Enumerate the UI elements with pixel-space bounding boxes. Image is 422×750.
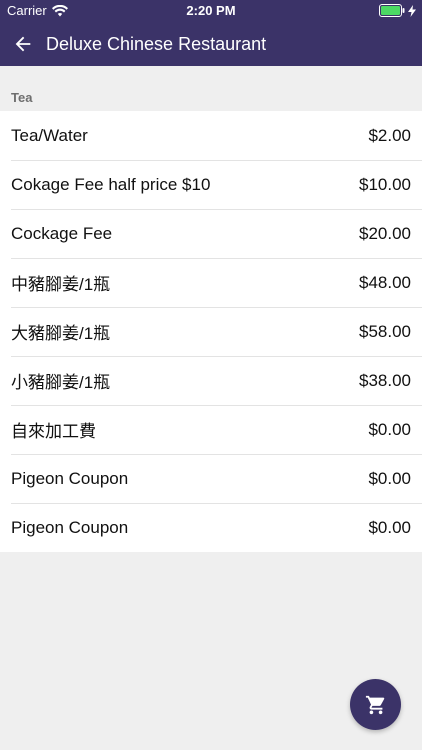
list-item[interactable]: 自來加工費 $0.00 [0, 405, 422, 454]
list-item[interactable]: 小豬腳姜/1瓶 $38.00 [0, 356, 422, 405]
list-item[interactable]: Pigeon Coupon $0.00 [0, 454, 422, 503]
app-bar: Deluxe Chinese Restaurant [0, 22, 422, 66]
item-price: $10.00 [359, 174, 411, 194]
list-item[interactable]: Tea/Water $2.00 [0, 111, 422, 160]
item-price: $0.00 [368, 419, 411, 439]
item-name: Pigeon Coupon [11, 517, 129, 537]
item-name: 中豬腳姜/1瓶 [11, 275, 111, 294]
item-name: 小豬腳姜/1瓶 [11, 373, 111, 392]
item-name: Cokage Fee half price $10 [11, 174, 211, 194]
item-name: 自來加工費 [11, 422, 96, 441]
menu-item-list: Tea/Water $2.00 Cokage Fee half price $1… [0, 111, 422, 552]
item-name: Cockage Fee [11, 223, 113, 243]
item-price: $0.00 [368, 468, 411, 488]
list-item[interactable]: Pigeon Coupon $0.00 [0, 503, 422, 552]
item-name: Pigeon Coupon [11, 468, 129, 488]
item-name: Tea/Water [11, 125, 88, 145]
list-item[interactable]: Cockage Fee $20.00 [0, 209, 422, 258]
item-name: 大豬腳姜/1瓶 [11, 324, 111, 343]
status-right [379, 4, 416, 17]
item-price: $58.00 [359, 321, 411, 341]
item-price: $38.00 [359, 370, 411, 390]
section-header: Tea [11, 89, 33, 105]
item-price: $2.00 [368, 125, 411, 145]
item-price: $48.00 [359, 272, 411, 292]
list-item[interactable]: 大豬腳姜/1瓶 $58.00 [0, 307, 422, 356]
arrow-left-icon [15, 36, 31, 52]
battery-icon [379, 4, 405, 17]
item-price: $0.00 [368, 517, 411, 537]
charging-bolt-icon [408, 4, 416, 17]
cart-button[interactable] [350, 679, 401, 730]
status-bar: Carrier 2:20 PM [0, 0, 422, 22]
back-button[interactable] [0, 22, 46, 66]
header: Carrier 2:20 PM Deluxe Chinese Restauran… [0, 0, 422, 66]
list-item[interactable]: Cokage Fee half price $10 $10.00 [0, 160, 422, 209]
page-title: Deluxe Chinese Restaurant [46, 33, 267, 54]
list-item[interactable]: 中豬腳姜/1瓶 $48.00 [0, 258, 422, 307]
status-time: 2:20 PM [186, 3, 236, 18]
shopping-cart-icon [365, 695, 384, 714]
item-price: $20.00 [359, 223, 411, 243]
